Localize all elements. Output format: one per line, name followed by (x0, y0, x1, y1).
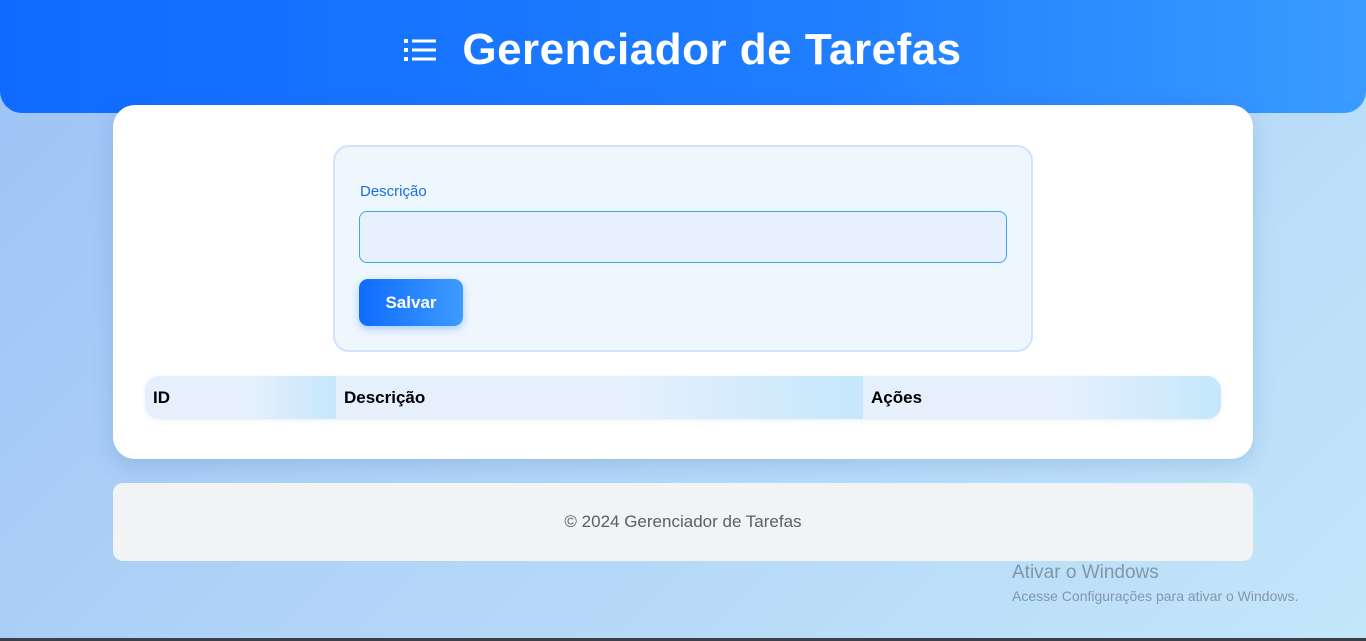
column-header-id: ID (145, 376, 336, 419)
watermark-title: Ativar o Windows (1012, 562, 1159, 583)
task-form: Descrição Salvar (333, 145, 1033, 352)
app-header: Gerenciador de Tarefas (0, 0, 1366, 113)
column-header-actions: Ações (863, 376, 1221, 419)
list-icon (404, 37, 437, 63)
task-table: ID Descrição Ações (145, 376, 1221, 419)
save-button[interactable]: Salvar (359, 279, 463, 326)
description-label: Descrição (360, 183, 427, 200)
main-card: Descrição Salvar ID Descrição Ações (113, 105, 1253, 459)
footer-text: © 2024 Gerenciador de Tarefas (564, 512, 802, 531)
header-content: Gerenciador de Tarefas (404, 25, 961, 75)
watermark-subtitle: Acesse Configurações para ativar o Windo… (1012, 588, 1299, 604)
windows-activation-watermark: Ativar o Windows Acesse Configurações pa… (1012, 562, 1298, 606)
description-input[interactable] (359, 211, 1007, 263)
column-header-description: Descrição (336, 376, 863, 419)
page-title: Gerenciador de Tarefas (462, 24, 962, 74)
page-footer: © 2024 Gerenciador de Tarefas (113, 483, 1253, 561)
